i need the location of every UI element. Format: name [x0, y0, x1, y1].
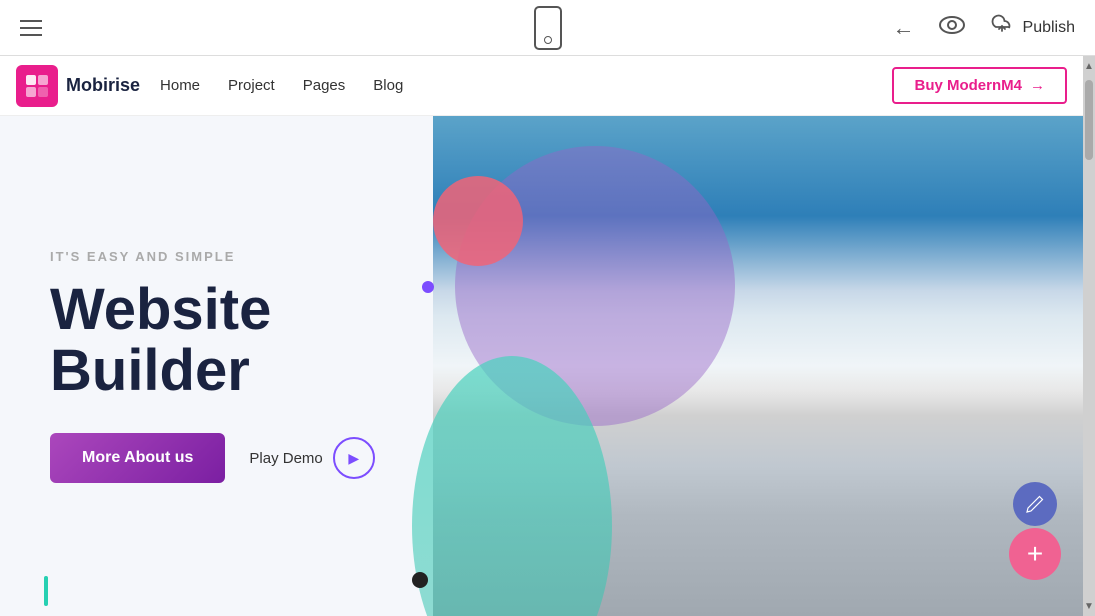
- fab-add-button[interactable]: +: [1009, 528, 1061, 580]
- nav-link-blog[interactable]: Blog: [373, 77, 403, 94]
- buy-arrow-icon: →: [1030, 77, 1045, 94]
- canvas-wrapper: Mobirise Home Project Pages Blog Buy Mod…: [0, 56, 1095, 616]
- hero-title-line2: Builder: [50, 338, 250, 403]
- hero-actions: More About us Play Demo ▶: [50, 433, 457, 483]
- site-logo: Mobirise: [16, 65, 140, 107]
- publish-cloud-icon: [989, 14, 1015, 42]
- hero-title: Website Builder: [50, 280, 457, 402]
- brand-name: Mobirise: [66, 75, 140, 96]
- scroll-up-button[interactable]: ▲: [1083, 56, 1095, 76]
- preview-eye-icon[interactable]: [939, 16, 965, 40]
- hamburger-menu-icon[interactable]: [20, 20, 42, 36]
- nav-link-project[interactable]: Project: [228, 77, 275, 94]
- buy-button[interactable]: Buy ModernM4 →: [892, 67, 1067, 104]
- publish-button[interactable]: Publish: [989, 14, 1075, 42]
- hero-subtitle: IT'S EASY AND SIMPLE: [50, 249, 457, 264]
- nav-link-home[interactable]: Home: [160, 77, 200, 94]
- scrollbar[interactable]: ▲ ▼: [1083, 56, 1095, 616]
- hero-section: IT'S EASY AND SIMPLE Website Builder Mor…: [0, 116, 1083, 616]
- logo-icon: [16, 65, 58, 107]
- mobile-preview-icon[interactable]: [534, 6, 562, 50]
- publish-label: Publish: [1023, 19, 1075, 37]
- more-about-button[interactable]: More About us: [50, 433, 225, 483]
- play-demo-button[interactable]: Play Demo ▶: [249, 437, 374, 479]
- toolbar-center: [534, 6, 562, 50]
- hero-title-line1: Website: [50, 277, 271, 342]
- toolbar-right: ← Publish: [893, 14, 1075, 42]
- undo-icon[interactable]: ←: [893, 17, 915, 39]
- site-nav-links: Home Project Pages Blog: [160, 77, 403, 94]
- scroll-down-button[interactable]: ▼: [1083, 596, 1095, 616]
- hero-content: IT'S EASY AND SIMPLE Website Builder Mor…: [0, 116, 487, 616]
- toolbar-left: [20, 20, 42, 36]
- toolbar: ← Publish: [0, 0, 1095, 56]
- site-nav: Mobirise Home Project Pages Blog Buy Mod…: [0, 56, 1083, 116]
- play-circle-icon[interactable]: ▶: [333, 437, 375, 479]
- buy-button-label: Buy ModernM4: [914, 77, 1022, 94]
- scrollbar-thumb[interactable]: [1085, 80, 1093, 160]
- fab-edit-button[interactable]: [1013, 482, 1057, 526]
- nav-link-pages[interactable]: Pages: [303, 77, 346, 94]
- play-demo-label: Play Demo: [249, 450, 322, 467]
- canvas: Mobirise Home Project Pages Blog Buy Mod…: [0, 56, 1083, 616]
- add-icon: +: [1027, 538, 1043, 570]
